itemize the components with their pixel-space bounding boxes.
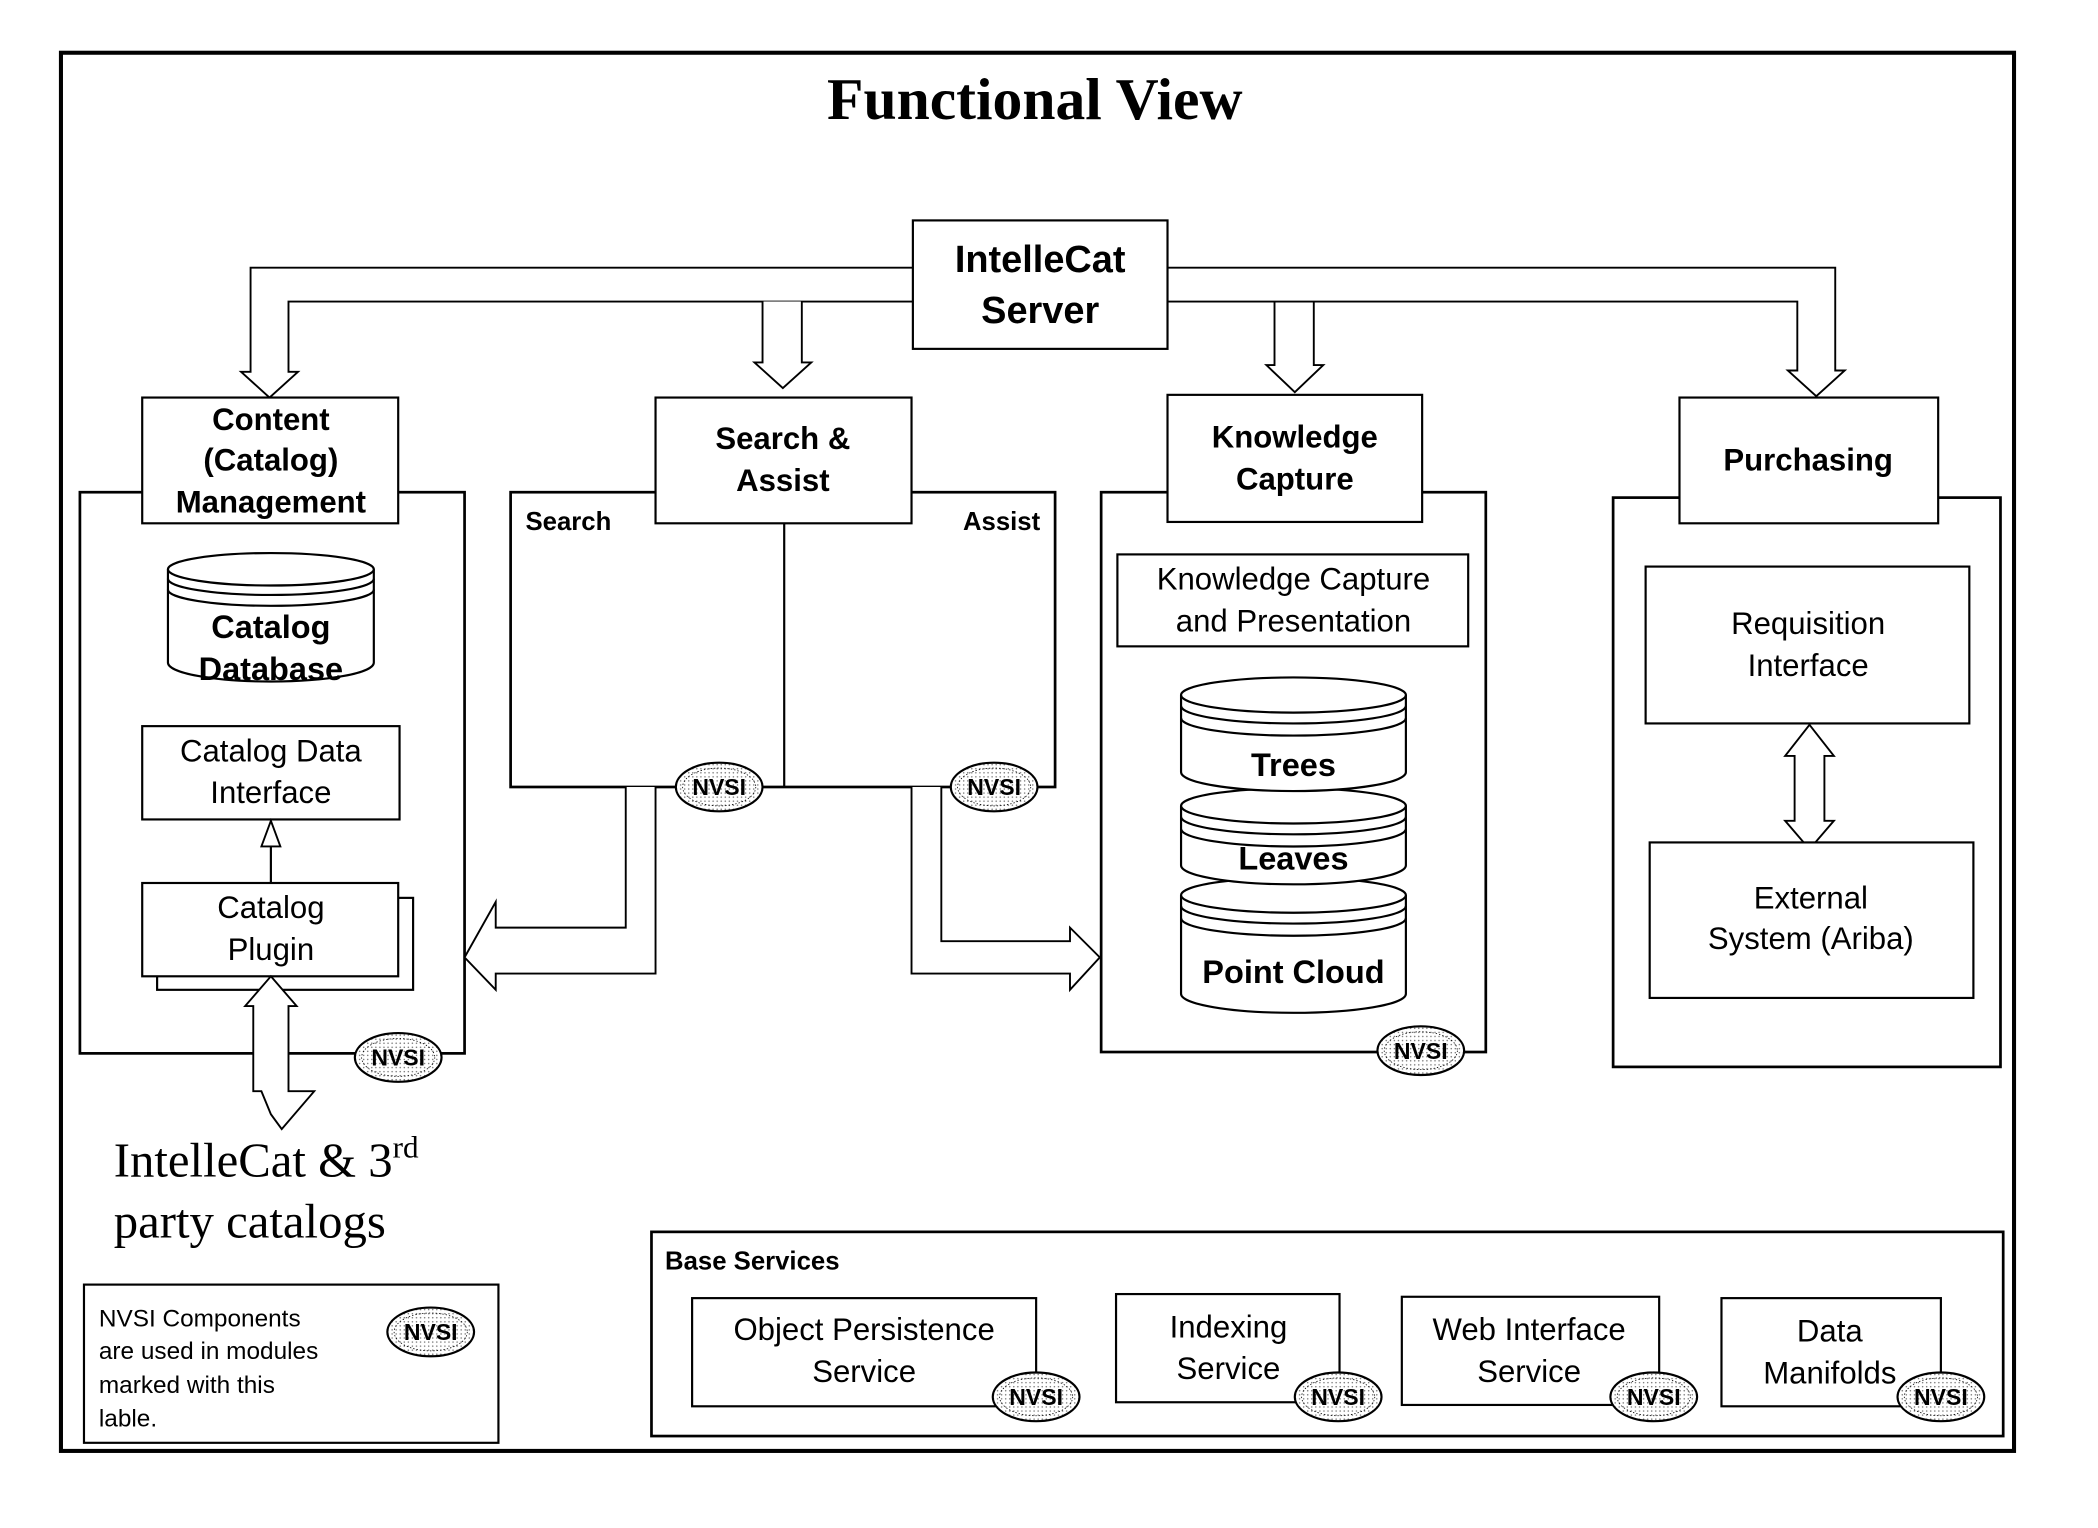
arrow-search-to-content (463, 786, 657, 993)
requisition-line1: Requisition (1731, 606, 1885, 641)
arrow-server-to-content (238, 266, 913, 399)
svg-text:NVSI: NVSI (692, 774, 746, 800)
catalog-plugin-box[interactable]: Catalog Plugin (141, 881, 415, 991)
nvsi-badge-indexing: NVSI (1293, 1371, 1383, 1423)
nvsi-legend: NVSI Components are used in modules mark… (82, 1283, 500, 1444)
server-label-line1: IntelleCat (955, 239, 1126, 281)
svg-text:NVSI: NVSI (1009, 1384, 1063, 1410)
knowledge-header-line1: Knowledge (1212, 420, 1378, 455)
arrow-server-to-knowledge (1264, 301, 1326, 394)
catalog-data-interface-box[interactable]: Catalog Data Interface (141, 725, 401, 821)
svg-text:NVSI: NVSI (1394, 1038, 1448, 1064)
external-catalogs-line2: party catalogs (114, 1194, 386, 1248)
service-object-persistence-line2: Service (812, 1354, 916, 1389)
legend-line2: are used in modules (99, 1338, 318, 1365)
svg-text:NVSI: NVSI (967, 774, 1021, 800)
nvsi-badge-content: NVSI (353, 1032, 443, 1083)
content-management-module: Content (Catalog) Management Catalog Dat… (78, 396, 466, 1131)
search-assist-header-line1: Search & (715, 421, 850, 456)
nvsi-badge-web-interface: NVSI (1609, 1371, 1699, 1423)
legend-line3: marked with this (99, 1372, 275, 1399)
nvsi-badge-object-persistence: NVSI (991, 1371, 1081, 1423)
svg-text:NVSI: NVSI (1914, 1384, 1968, 1410)
catalog-data-interface-line1: Catalog Data (180, 733, 362, 768)
knowledge-presentation-line1: Knowledge Capture (1157, 562, 1430, 597)
assist-section-label: Assist (963, 508, 1041, 536)
service-data-manifolds-line2: Manifolds (1763, 1355, 1896, 1390)
external-catalogs-line1: IntelleCat & 3rd (114, 1130, 419, 1188)
catalog-data-interface-line2: Interface (210, 775, 331, 810)
nvsi-badge-legend: NVSI (386, 1306, 476, 1358)
catalog-database-icon[interactable]: Catalog Database (166, 551, 375, 687)
external-system-line1: External (1754, 881, 1868, 916)
svg-text:NVSI: NVSI (1311, 1384, 1365, 1410)
nvsi-badge-search[interactable]: NVSI (674, 761, 764, 813)
requisition-line2: Interface (1748, 648, 1869, 683)
service-object-persistence-line1: Object Persistence (733, 1312, 994, 1347)
leaves-label: Leaves (1238, 840, 1348, 876)
legend-line4: lable. (99, 1406, 157, 1433)
diagram-title: Functional View (827, 66, 1242, 132)
service-data-manifolds-line1: Data (1797, 1313, 1863, 1348)
base-services-panel: Base Services Object Persistence Service… (650, 1230, 2005, 1438)
arrow-assist-to-knowledge (910, 786, 1102, 993)
catalog-plugin-line2: Plugin (228, 932, 315, 967)
diagram-canvas: Functional View IntelleCat Server Conten… (58, 50, 2017, 1453)
content-header-line3: Management (176, 485, 366, 520)
point-cloud-store[interactable]: Point Cloud (1179, 876, 1407, 1014)
knowledge-presentation-line2: and Presentation (1176, 604, 1411, 639)
search-section-label: Search (526, 508, 612, 536)
trees-store[interactable]: Trees (1179, 676, 1407, 793)
catalog-plugin-line1: Catalog (217, 890, 324, 925)
purchasing-header-box[interactable]: Purchasing (1678, 396, 1940, 525)
requisition-interface-box[interactable]: Requisition Interface (1644, 565, 1971, 725)
legend-line1: NVSI Components (99, 1306, 301, 1333)
search-assist-header-box[interactable]: Search & Assist (654, 396, 913, 525)
trees-label: Trees (1251, 747, 1336, 783)
knowledge-header-box[interactable]: Knowledge Capture (1166, 393, 1424, 524)
purchasing-header-label: Purchasing (1723, 443, 1893, 478)
server-label-line2: Server (981, 290, 1099, 332)
knowledge-header-line2: Capture (1236, 462, 1354, 497)
nvsi-badge-data-manifolds: NVSI (1896, 1371, 1986, 1423)
nvsi-badge-assist[interactable]: NVSI (949, 761, 1039, 813)
base-services-title: Base Services (665, 1248, 840, 1276)
service-web-interface[interactable]: Web Interface Service NVSI (1400, 1295, 1699, 1423)
functional-view-diagram: Functional View IntelleCat Server Conten… (0, 0, 2098, 1528)
search-assist-header-line2: Assist (736, 463, 829, 498)
service-web-interface-line1: Web Interface (1433, 1312, 1626, 1347)
svg-text:NVSI: NVSI (1627, 1384, 1681, 1410)
knowledge-capture-module: Knowledge Capture Knowledge Capture and … (1099, 393, 1488, 1077)
knowledge-presentation-box[interactable]: Knowledge Capture and Presentation (1116, 553, 1470, 648)
leaves-store[interactable]: Leaves (1179, 787, 1407, 886)
content-header-box[interactable]: Content (Catalog) Management (141, 396, 400, 525)
content-header-line2: (Catalog) (203, 443, 338, 478)
search-assist-panel (509, 490, 1057, 789)
search-assist-module: Search & Assist Search Assist NVSI NVSI (463, 396, 1102, 993)
catalog-database-line1: Catalog (211, 609, 330, 645)
service-object-persistence[interactable]: Object Persistence Service NVSI (691, 1297, 1081, 1423)
svg-text:NVSI: NVSI (404, 1319, 458, 1345)
catalog-database-line2: Database (199, 651, 344, 687)
intellecat-server-box[interactable]: IntelleCat Server (911, 219, 1169, 350)
arrow-server-to-purchasing (1167, 266, 1848, 398)
nvsi-badge-knowledge[interactable]: NVSI (1376, 1025, 1466, 1077)
arrow-server-to-search-assist (751, 301, 814, 390)
content-header-line1: Content (212, 402, 330, 437)
service-web-interface-line2: Service (1477, 1354, 1581, 1389)
purchasing-module: Purchasing Requisition Interface Externa… (1611, 396, 2002, 1069)
service-indexing-line1: Indexing (1170, 1309, 1288, 1344)
external-system-line2: System (Ariba) (1708, 921, 1914, 956)
service-indexing-line2: Service (1177, 1351, 1281, 1386)
external-system-box[interactable]: External System (Ariba) (1648, 841, 1975, 1000)
external-catalogs-label: IntelleCat & 3rd party catalogs (114, 1130, 419, 1249)
nvsi-badge-label: NVSI (371, 1045, 425, 1071)
point-cloud-label: Point Cloud (1202, 954, 1384, 990)
